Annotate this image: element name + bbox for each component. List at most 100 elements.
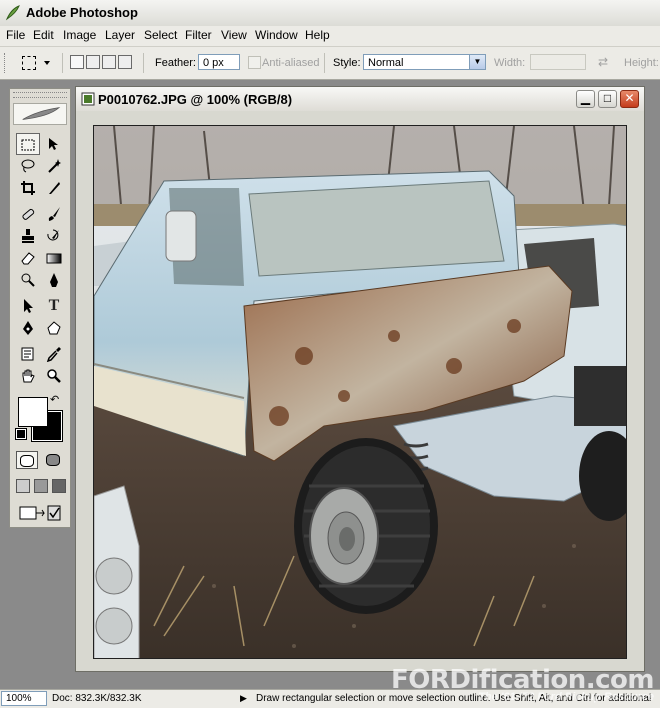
magic-wand-tool[interactable] bbox=[42, 155, 66, 177]
move-tool[interactable] bbox=[42, 133, 66, 155]
intersect-selection-button[interactable] bbox=[118, 55, 132, 69]
path-select-tool[interactable] bbox=[16, 295, 40, 317]
slice-tool[interactable] bbox=[42, 177, 66, 199]
menu-edit[interactable]: Edit bbox=[31, 28, 56, 42]
app-title-bar: Adobe Photoshop bbox=[0, 0, 660, 27]
screen-mode-standard-button[interactable] bbox=[16, 479, 30, 493]
jump-to-imageready-button[interactable] bbox=[16, 503, 64, 523]
separator bbox=[62, 53, 63, 73]
quick-mask-button[interactable] bbox=[42, 451, 64, 469]
status-menu-arrow-icon[interactable]: ▶ bbox=[240, 693, 247, 704]
notes-icon bbox=[21, 347, 34, 361]
close-button[interactable]: ✕ bbox=[620, 90, 639, 108]
slice-icon bbox=[49, 182, 60, 194]
hand-icon bbox=[22, 369, 35, 383]
anti-aliased-checkbox[interactable] bbox=[248, 56, 261, 69]
pen-tool[interactable] bbox=[16, 317, 40, 339]
photoshop-logo-button[interactable] bbox=[13, 103, 67, 125]
menu-file[interactable]: File bbox=[4, 28, 27, 42]
lasso-icon bbox=[21, 159, 35, 173]
tool-preset-picker[interactable] bbox=[20, 55, 54, 71]
foreground-color-swatch[interactable] bbox=[18, 397, 48, 427]
dodge-tool[interactable] bbox=[16, 269, 40, 291]
image-file-icon bbox=[81, 92, 95, 106]
dodge-icon bbox=[21, 273, 35, 287]
truck-photo bbox=[94, 126, 626, 658]
status-bar: 100% Doc: 832.3K/832.3K ▶ Draw rectangul… bbox=[0, 689, 660, 708]
anti-aliased-label: Anti-aliased bbox=[262, 57, 320, 69]
crop-tool[interactable] bbox=[16, 177, 40, 199]
menu-filter[interactable]: Filter bbox=[183, 28, 214, 42]
marquee-preset-icon bbox=[22, 56, 36, 70]
gradient-icon bbox=[46, 253, 62, 264]
menu-bar: File Edit Image Layer Select Filter View… bbox=[0, 26, 660, 47]
marquee-icon bbox=[21, 139, 35, 151]
sharpen-tool[interactable] bbox=[42, 269, 66, 291]
marquee-tool[interactable] bbox=[16, 133, 40, 155]
grip-icon bbox=[4, 53, 8, 73]
menu-help[interactable]: Help bbox=[303, 28, 332, 42]
status-hint: Draw rectangular selection or move selec… bbox=[256, 693, 652, 704]
chevron-down-icon bbox=[44, 61, 50, 65]
lasso-tool[interactable] bbox=[16, 155, 40, 177]
document-window: P0010762.JPG @ 100% (RGB/8) ▁ □ ✕ bbox=[75, 86, 645, 672]
brush-tool[interactable] bbox=[42, 203, 66, 225]
height-label: Height: bbox=[624, 57, 659, 69]
document-title-bar[interactable]: P0010762.JPG @ 100% (RGB/8) ▁ □ ✕ bbox=[76, 87, 644, 111]
zoom-tool[interactable] bbox=[42, 365, 66, 387]
menu-window[interactable]: Window bbox=[253, 28, 300, 42]
swap-icon[interactable]: ⇄ bbox=[598, 55, 608, 69]
menu-layer[interactable]: Layer bbox=[103, 28, 137, 42]
shape-tool[interactable] bbox=[42, 317, 66, 339]
swap-colors-icon[interactable]: ↶ bbox=[50, 393, 59, 406]
screen-mode-full-menu-button[interactable] bbox=[34, 479, 48, 493]
notes-tool[interactable] bbox=[16, 343, 40, 365]
shape-icon bbox=[47, 321, 61, 335]
gradient-tool[interactable] bbox=[42, 247, 66, 269]
options-bar: Feather: 0 px Anti-aliased Style: Normal… bbox=[0, 47, 660, 80]
standard-mode-icon bbox=[20, 455, 34, 467]
standard-mode-button[interactable] bbox=[16, 451, 38, 469]
path-select-icon bbox=[24, 299, 33, 313]
quick-mask-icon bbox=[46, 454, 60, 466]
maximize-icon: □ bbox=[603, 91, 612, 105]
doc-size-info[interactable]: Doc: 832.3K/832.3K bbox=[52, 693, 142, 704]
history-brush-tool[interactable] bbox=[42, 225, 66, 247]
width-label: Width: bbox=[494, 57, 526, 69]
subtract-selection-button[interactable] bbox=[102, 55, 116, 69]
minimize-icon: ▁ bbox=[580, 91, 591, 105]
photoshop-feather-icon bbox=[5, 5, 20, 21]
image-canvas[interactable] bbox=[93, 125, 627, 659]
separator bbox=[324, 53, 325, 73]
stamp-tool[interactable] bbox=[16, 225, 40, 247]
hand-tool[interactable] bbox=[16, 365, 40, 387]
close-icon: ✕ bbox=[624, 91, 635, 105]
screen-mode-full-button[interactable] bbox=[52, 479, 66, 493]
menu-image[interactable]: Image bbox=[61, 28, 98, 42]
feather-field[interactable]: 0 px bbox=[198, 54, 240, 70]
app-title: Adobe Photoshop bbox=[26, 5, 138, 20]
dropdown-arrow-icon: ▼ bbox=[469, 55, 485, 69]
move-icon bbox=[49, 138, 58, 150]
type-tool[interactable]: T bbox=[42, 295, 66, 317]
document-title: P0010762.JPG @ 100% (RGB/8) bbox=[98, 92, 293, 107]
menu-view[interactable]: View bbox=[219, 28, 249, 42]
style-select[interactable]: Normal ▼ bbox=[363, 54, 486, 70]
zoom-field[interactable]: 100% bbox=[1, 691, 47, 706]
eraser-icon bbox=[21, 252, 35, 265]
default-colors-icon[interactable] bbox=[15, 428, 27, 440]
healing-icon bbox=[22, 208, 35, 220]
eraser-tool[interactable] bbox=[16, 247, 40, 269]
crop-icon bbox=[21, 181, 35, 195]
add-selection-button[interactable] bbox=[86, 55, 100, 69]
eyedropper-tool[interactable] bbox=[42, 343, 66, 365]
menu-select[interactable]: Select bbox=[142, 28, 179, 42]
sharpen-icon bbox=[50, 273, 58, 287]
feather-label: Feather: bbox=[155, 57, 196, 69]
maximize-button[interactable]: □ bbox=[598, 90, 617, 108]
width-field[interactable] bbox=[530, 54, 586, 70]
toolbox-grip bbox=[13, 92, 67, 98]
new-selection-button[interactable] bbox=[70, 55, 84, 69]
minimize-button[interactable]: ▁ bbox=[576, 90, 595, 108]
healing-tool[interactable] bbox=[16, 203, 40, 225]
